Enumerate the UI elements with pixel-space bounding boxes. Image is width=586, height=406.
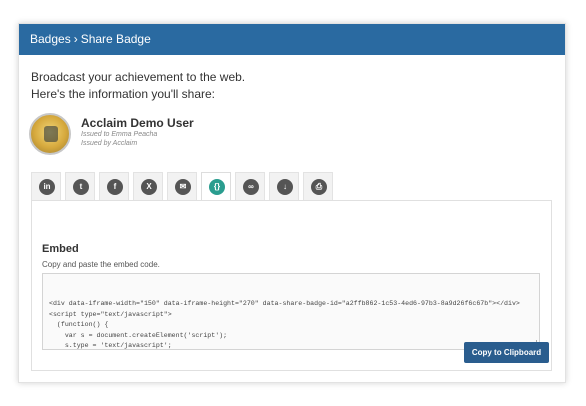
- badge-issued-by: Issued by Acclaim: [81, 140, 138, 147]
- embed-icon: {}: [209, 179, 225, 195]
- xing-icon: X: [141, 179, 157, 195]
- code-line: var s = document.createElement('script')…: [49, 331, 228, 339]
- breadcrumb-badges[interactable]: Badges: [30, 32, 71, 46]
- embed-title: Embed: [42, 243, 79, 255]
- tab-linkedin[interactable]: in: [31, 172, 61, 200]
- tab-print[interactable]: ⎙: [303, 172, 333, 200]
- download-icon: ↓: [277, 179, 293, 195]
- code-line: (function() {: [49, 321, 109, 328]
- tab-download[interactable]: ↓: [269, 172, 299, 200]
- link-icon: ∞: [243, 179, 259, 195]
- tab-email[interactable]: ✉: [167, 172, 197, 200]
- tab-facebook[interactable]: f: [99, 172, 129, 200]
- tab-twitter[interactable]: t: [65, 172, 95, 200]
- embed-subtitle: Copy and paste the embed code.: [42, 260, 160, 269]
- badge-name: Acclaim Demo User: [81, 116, 194, 130]
- code-line: s.type = 'text/javascript';: [49, 342, 172, 349]
- breadcrumb-share-badge: Share Badge: [80, 32, 151, 46]
- twitter-icon: t: [73, 179, 89, 195]
- intro-line-2: Here's the information you'll share:: [31, 87, 216, 101]
- linkedin-icon: in: [39, 179, 55, 195]
- modal-header: Badges › Share Badge: [19, 24, 565, 55]
- badge-text: Acclaim Demo User Issued to Emma Peacha …: [81, 116, 194, 148]
- tab-embed[interactable]: {}: [201, 172, 231, 201]
- tab-link[interactable]: ∞: [235, 172, 265, 200]
- intro-text: Broadcast your achievement to the web. H…: [31, 69, 245, 103]
- email-icon: ✉: [175, 179, 191, 195]
- badge-image: [29, 113, 71, 155]
- print-icon: ⎙: [311, 179, 327, 195]
- badge-issued-to: Issued to Emma Peacha: [81, 131, 158, 138]
- embed-code-textarea[interactable]: <div data-iframe-width="150" data-iframe…: [42, 273, 540, 350]
- code-line: <div data-iframe-width="150" data-iframe…: [49, 300, 520, 307]
- tab-xing[interactable]: X: [133, 172, 163, 200]
- facebook-icon: f: [107, 179, 123, 195]
- intro-line-1: Broadcast your achievement to the web.: [31, 70, 246, 84]
- breadcrumb-separator: ›: [73, 32, 78, 46]
- code-line: <script type="text/javascript">: [49, 310, 172, 318]
- share-badge-modal: Badges › Share Badge Broadcast your achiev…: [18, 23, 566, 383]
- copy-to-clipboard-button[interactable]: Copy to Clipboard: [464, 342, 549, 363]
